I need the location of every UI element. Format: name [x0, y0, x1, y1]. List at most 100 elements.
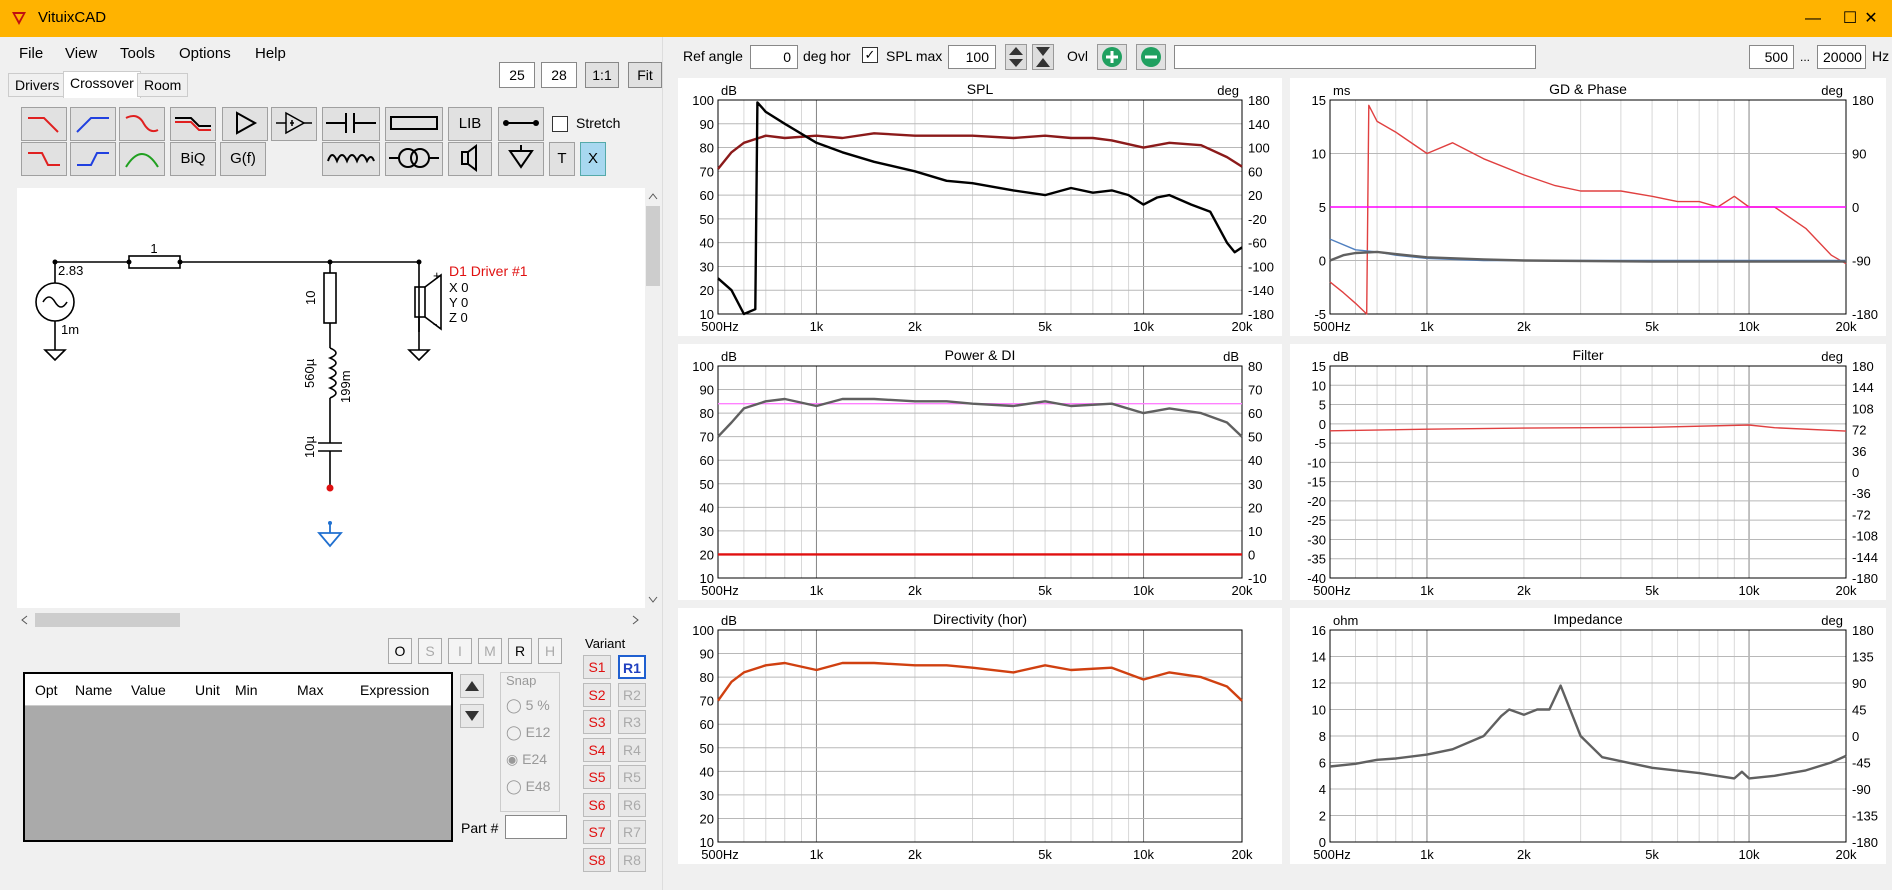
shelf-button[interactable]: [170, 107, 216, 141]
chart-panel-4[interactable]: 15 10 5 0 -5 -10 -15 -20 -25 -30 -35 -40 180 144 108 72…: [1290, 344, 1886, 600]
fit-button[interactable]: Fit: [628, 62, 662, 88]
capacitor-button[interactable]: [322, 107, 380, 141]
spin-reset-icon[interactable]: [1032, 44, 1054, 70]
circuit-diagram[interactable]: 2.83 1m 1 10 560µ 199m 10µ D1 Driver #1 …: [17, 188, 647, 608]
mode-h-button[interactable]: H: [538, 638, 562, 664]
menu-options[interactable]: Options: [179, 45, 231, 62]
move-up-icon[interactable]: [460, 674, 484, 698]
freq-max-input[interactable]: 20000: [1817, 45, 1866, 69]
variant-r8-button[interactable]: R8: [618, 847, 646, 872]
variant-s6-button[interactable]: S6: [583, 792, 611, 817]
view-box-a[interactable]: 25: [499, 62, 535, 88]
snap-option-e48[interactable]: ◯ E48: [506, 778, 550, 795]
scroll-down-icon[interactable]: [648, 596, 658, 604]
view-box-b[interactable]: 28: [541, 62, 577, 88]
overlay-name-input[interactable]: [1174, 45, 1536, 69]
chart-svg-1[interactable]: 1009080706050403020101801401006020-20-60…: [678, 78, 1282, 336]
y2-tick-label: 180: [1852, 93, 1874, 108]
spin-updown-icon[interactable]: [1005, 44, 1027, 70]
variant-r6-button[interactable]: R6: [618, 792, 646, 817]
chart-svg-6[interactable]: 161412108642018013590450-45-90-135-18050…: [1290, 608, 1886, 864]
optimizer-table[interactable]: Opt Name Value Unit Min Max Expression: [23, 672, 453, 842]
minimize-button[interactable]: —: [1790, 0, 1836, 37]
variant-r1-button[interactable]: R1: [618, 655, 646, 679]
variant-r7-button[interactable]: R7: [618, 820, 646, 844]
part-input[interactable]: [505, 815, 567, 839]
mode-o-button[interactable]: O: [388, 638, 412, 664]
resistor-button[interactable]: [385, 107, 443, 141]
scroll-right-icon[interactable]: [632, 615, 640, 625]
chart-svg-4[interactable]: 151050-5-10-15-20-25-30-35-4018014410872…: [1290, 344, 1886, 600]
snap-option-e24[interactable]: ◉ E24: [506, 751, 547, 768]
lib-button[interactable]: LIB: [448, 107, 492, 141]
tab-crossover[interactable]: Crossover: [63, 71, 141, 98]
spl-max-input[interactable]: 100: [948, 45, 996, 69]
schematic-canvas[interactable]: 2.83 1m 1 10 560µ 199m 10µ D1 Driver #1 …: [17, 188, 647, 608]
variant-r2-button[interactable]: R2: [618, 682, 646, 707]
chart-panel-6[interactable]: 16 14 12 10 8 6 4 2 0 180 135 90 45 0 -45 -90 -135 -180 50…: [1290, 608, 1886, 864]
chart-panel-2[interactable]: 15 10 5 0 -5 180 90 0 -90 -180 500Hz 1k 2k 5k 10k 20k GD…: [1290, 78, 1886, 336]
lowpass-red-2-button[interactable]: [21, 142, 67, 176]
chart-panel-1[interactable]: 100 90 80 70 60 50 40 30 20 10 180 140 100 60 20 -20 -60…: [678, 78, 1282, 336]
chart-panel-5[interactable]: 100 90 80 70 60 50 40 30 20 10 500Hz 1k 2k 5k 10k 20k Di…: [678, 608, 1282, 864]
variant-s2-button[interactable]: S2: [583, 682, 611, 707]
snap-option-5pct[interactable]: ◯ 5 %: [506, 697, 550, 714]
variant-s5-button[interactable]: S5: [583, 765, 611, 789]
add-overlay-icon[interactable]: [1097, 44, 1127, 70]
chart-svg-3[interactable]: 10090807060504030201080706050403020100-1…: [678, 344, 1282, 600]
delay-button[interactable]: [271, 107, 317, 141]
y2-tick-label: 180: [1248, 93, 1270, 108]
lowpass-red-button[interactable]: [21, 107, 67, 141]
highpass-blue-2-button[interactable]: [70, 142, 116, 176]
mode-m-button[interactable]: M: [478, 638, 502, 664]
variant-s7-button[interactable]: S7: [583, 820, 611, 844]
amplifier-button[interactable]: [222, 107, 268, 141]
variant-r5-button[interactable]: R5: [618, 765, 646, 789]
snap-option-e12[interactable]: ◯ E12: [506, 724, 550, 741]
spl-max-checkbox[interactable]: ✓: [862, 47, 878, 63]
mode-r-button[interactable]: R: [508, 638, 532, 664]
hscroll-thumb[interactable]: [35, 613, 180, 627]
schematic-vscrollbar[interactable]: [645, 188, 661, 608]
freq-min-input[interactable]: 500: [1749, 45, 1794, 69]
mode-i-button[interactable]: I: [448, 638, 472, 664]
tab-room[interactable]: Room: [137, 73, 189, 97]
chart-svg-2[interactable]: 151050-5180900-90-180500Hz 1k 2k 5k 10k 20kGD…: [1290, 78, 1886, 336]
chart-panel-3[interactable]: 100 90 80 70 60 50 40 30 20 10 80 70 60 50 40 30 20 10 0 -1…: [678, 344, 1282, 600]
menu-file[interactable]: File: [19, 45, 43, 62]
wire-button[interactable]: [498, 107, 544, 141]
vscroll-thumb[interactable]: [646, 206, 660, 286]
inductor-button[interactable]: [322, 142, 380, 176]
biq-button[interactable]: BiQ: [170, 142, 216, 176]
variant-r4-button[interactable]: R4: [618, 737, 646, 762]
stretch-checkbox[interactable]: [552, 116, 568, 132]
one-to-one-button[interactable]: 1:1: [585, 62, 619, 88]
menu-tools[interactable]: Tools: [120, 45, 155, 62]
scroll-left-icon[interactable]: [20, 615, 28, 625]
variant-s3-button[interactable]: S3: [583, 710, 611, 734]
schematic-hscrollbar[interactable]: [17, 612, 645, 628]
variant-r3-button[interactable]: R3: [618, 710, 646, 734]
gf-button[interactable]: G(f): [220, 142, 266, 176]
variant-s1-button[interactable]: S1: [583, 655, 611, 679]
x-button[interactable]: X: [580, 142, 606, 176]
chart-svg-5[interactable]: 100908070605040302010500Hz 1k 2k 5k 10k 20kDi…: [678, 608, 1282, 864]
bandpass-green-button[interactable]: [119, 142, 165, 176]
variant-s8-button[interactable]: S8: [583, 847, 611, 872]
ground-button[interactable]: [498, 142, 544, 176]
close-button[interactable]: ✕: [1850, 0, 1892, 37]
menu-view[interactable]: View: [65, 45, 97, 62]
highpass-blue-button[interactable]: [70, 107, 116, 141]
variant-s4-button[interactable]: S4: [583, 737, 611, 762]
tab-drivers[interactable]: Drivers: [8, 73, 67, 97]
ref-angle-input[interactable]: 0: [750, 45, 798, 69]
scroll-up-icon[interactable]: [648, 192, 658, 200]
driver-button[interactable]: [448, 142, 492, 176]
text-button[interactable]: T: [549, 142, 575, 176]
move-down-icon[interactable]: [460, 704, 484, 728]
menu-help[interactable]: Help: [255, 45, 286, 62]
remove-overlay-icon[interactable]: [1136, 44, 1166, 70]
transformer-button[interactable]: [385, 142, 443, 176]
mode-s-button[interactable]: S: [418, 638, 442, 664]
notch-red-button[interactable]: [119, 107, 165, 141]
